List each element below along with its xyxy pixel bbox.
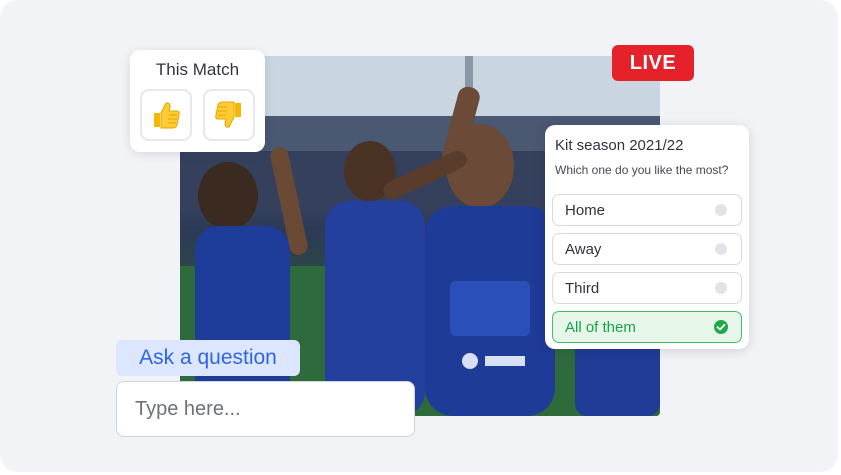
live-badge-text: LIVE	[629, 51, 677, 74]
poll-question: Which one do you like the most?	[555, 163, 729, 177]
this-match-card: This Match	[130, 50, 265, 152]
radio-dot-icon	[715, 243, 727, 255]
ask-question-text: Ask a question	[139, 346, 277, 369]
poll-option-away[interactable]: Away	[552, 233, 742, 265]
poll-option-home[interactable]: Home	[552, 194, 742, 226]
radio-dot-icon	[715, 204, 727, 216]
thumbs-down-icon	[215, 101, 241, 128]
live-badge: LIVE	[612, 45, 694, 81]
poll-option-label: All of them	[565, 318, 636, 336]
thumbs-up-icon	[154, 102, 180, 129]
poll-option-label: Third	[565, 279, 600, 297]
poll-option-label: Away	[565, 240, 602, 258]
kit-poll-card: Kit season 2021/22 Which one do you like…	[545, 125, 749, 349]
this-match-title: This Match	[155, 60, 240, 79]
check-circle-icon	[714, 320, 728, 334]
poll-option-all-of-them[interactable]: All of them	[552, 311, 742, 343]
poll-title: Kit season 2021/22	[555, 137, 684, 154]
question-input[interactable]	[116, 381, 415, 437]
poll-option-third[interactable]: Third	[552, 272, 742, 304]
widget-canvas: LIVE This Match Kit season 2021/22 Which…	[0, 0, 838, 472]
radio-dot-icon	[715, 282, 727, 294]
ask-question-label: Ask a question	[116, 340, 300, 376]
thumbs-down-button[interactable]	[203, 89, 255, 141]
poll-option-label: Home	[565, 201, 606, 219]
thumbs-up-button[interactable]	[140, 89, 192, 141]
